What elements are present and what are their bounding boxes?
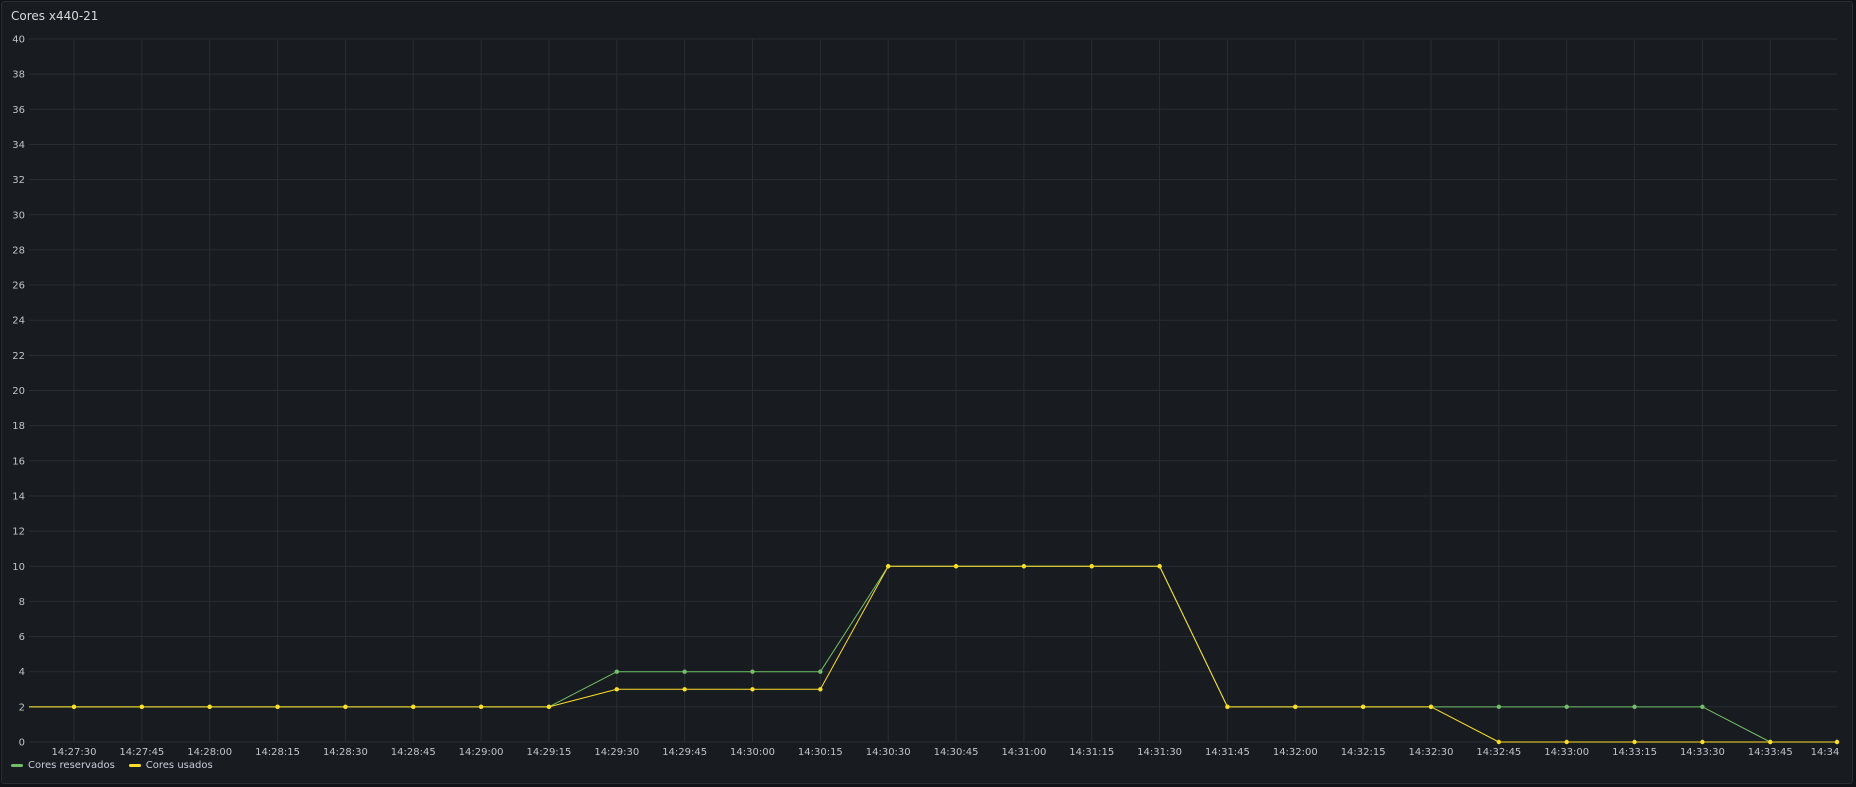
x-tick-label: 14:28:30 <box>323 747 368 758</box>
x-tick-label: 14:33:30 <box>1680 747 1725 758</box>
data-point <box>1700 704 1705 710</box>
data-point <box>411 704 416 710</box>
data-point <box>1293 704 1298 710</box>
legend-label: Cores usados <box>145 760 213 771</box>
legend: Cores reservados Cores usados <box>11 760 213 771</box>
y-tick-label: 8 <box>19 597 25 608</box>
data-point <box>1021 564 1027 569</box>
x-tick-label: 14:31:00 <box>1001 747 1046 758</box>
x-tick-label: 14:31:15 <box>1069 747 1114 758</box>
y-tick-label: 14 <box>12 491 25 502</box>
data-point <box>546 704 552 710</box>
y-tick-label: 30 <box>12 210 25 221</box>
data-point <box>1834 739 1840 745</box>
data-point <box>1564 704 1569 710</box>
y-tick-label: 18 <box>12 421 25 432</box>
data-point <box>1225 704 1230 710</box>
x-axis-tick-labels: 14:27:30 14:27:45 14:28:00 14:28:15 14:28:30… <box>52 747 1840 758</box>
series-line <box>29 565 1837 743</box>
data-point <box>1768 739 1773 745</box>
y-tick-label: 36 <box>12 105 25 116</box>
x-tick-label: 14:31:30 <box>1137 747 1182 758</box>
data-point <box>1360 704 1366 710</box>
data-point <box>682 669 687 674</box>
y-axis-tick-labels: 0246810121416182022242628303234363840 <box>12 35 25 749</box>
x-tick-label: 14:29:15 <box>526 747 571 758</box>
y-tick-label: 10 <box>12 562 25 573</box>
data-point <box>275 704 280 710</box>
legend-item[interactable]: Cores reservados <box>11 760 115 771</box>
x-tick-label: 14:29:45 <box>662 747 707 758</box>
y-tick-label: 34 <box>12 140 25 151</box>
x-tick-label: 14:32:45 <box>1476 747 1521 758</box>
x-tick-label: 14:30:45 <box>934 747 979 758</box>
x-tick-label: 14:28:15 <box>255 747 300 758</box>
y-tick-label: 22 <box>12 351 25 362</box>
data-point <box>1428 704 1434 710</box>
data-point <box>1157 564 1162 569</box>
data-point <box>1564 739 1569 745</box>
x-tick-label: 14:33:45 <box>1748 747 1793 758</box>
data-point <box>750 669 755 674</box>
data-point <box>1496 704 1502 710</box>
data-point <box>1089 564 1094 569</box>
y-tick-label: 2 <box>19 702 25 713</box>
grid-lines <box>29 38 1837 743</box>
data-point <box>682 687 687 692</box>
data-point <box>614 687 619 692</box>
y-tick-label: 0 <box>19 738 25 749</box>
data-point <box>818 669 823 674</box>
x-tick-label: 14:32:30 <box>1409 747 1454 758</box>
x-tick-label: 14:29:00 <box>459 747 504 758</box>
x-tick-label: 14:30:00 <box>730 747 775 758</box>
x-tick-label: 14:32:00 <box>1273 747 1318 758</box>
legend-swatch <box>11 764 23 767</box>
data-point <box>1700 739 1705 745</box>
y-tick-label: 26 <box>12 281 25 292</box>
x-tick-label: 14:33:00 <box>1544 747 1589 758</box>
x-tick-label: 14:34 <box>1811 747 1840 758</box>
time-series-chart[interactable]: 0246810121416182022242628303234363840 14… <box>0 0 1856 787</box>
series-lines <box>29 564 1840 745</box>
data-point <box>1496 739 1502 745</box>
legend-label: Cores reservados <box>28 760 115 771</box>
data-point <box>614 669 619 674</box>
x-tick-label: 14:28:45 <box>391 747 436 758</box>
x-tick-label: 14:30:15 <box>798 747 843 758</box>
x-tick-label: 14:32:15 <box>1341 747 1386 758</box>
x-tick-label: 14:28:00 <box>187 747 232 758</box>
data-point <box>953 564 959 569</box>
data-point <box>478 704 484 710</box>
x-tick-label: 14:27:45 <box>119 747 164 758</box>
data-point <box>71 704 77 710</box>
x-tick-label: 14:30:30 <box>866 747 911 758</box>
data-point <box>886 564 891 569</box>
data-point <box>1632 704 1637 710</box>
y-tick-label: 12 <box>12 527 25 538</box>
y-tick-label: 24 <box>12 316 25 327</box>
y-tick-label: 6 <box>19 632 25 643</box>
y-tick-label: 16 <box>12 456 25 467</box>
y-tick-label: 32 <box>12 175 25 186</box>
x-tick-label: 14:31:45 <box>1205 747 1250 758</box>
series-line <box>29 565 1837 743</box>
y-tick-label: 4 <box>19 667 25 678</box>
data-point <box>818 687 823 692</box>
legend-swatch <box>128 764 141 767</box>
y-tick-label: 28 <box>12 245 25 256</box>
legend-item[interactable]: Cores usados <box>128 760 213 771</box>
y-tick-label: 40 <box>12 35 25 46</box>
series-0 <box>29 564 1840 745</box>
series-1 <box>29 564 1840 745</box>
data-point <box>1632 739 1637 745</box>
data-point <box>750 687 755 692</box>
data-point <box>139 704 145 710</box>
x-tick-label: 14:27:30 <box>52 747 97 758</box>
x-tick-label: 14:33:15 <box>1612 747 1657 758</box>
y-tick-label: 38 <box>12 70 25 81</box>
y-tick-label: 20 <box>12 386 25 397</box>
data-point <box>343 704 348 710</box>
data-point <box>207 704 212 710</box>
x-tick-label: 14:29:30 <box>594 747 639 758</box>
